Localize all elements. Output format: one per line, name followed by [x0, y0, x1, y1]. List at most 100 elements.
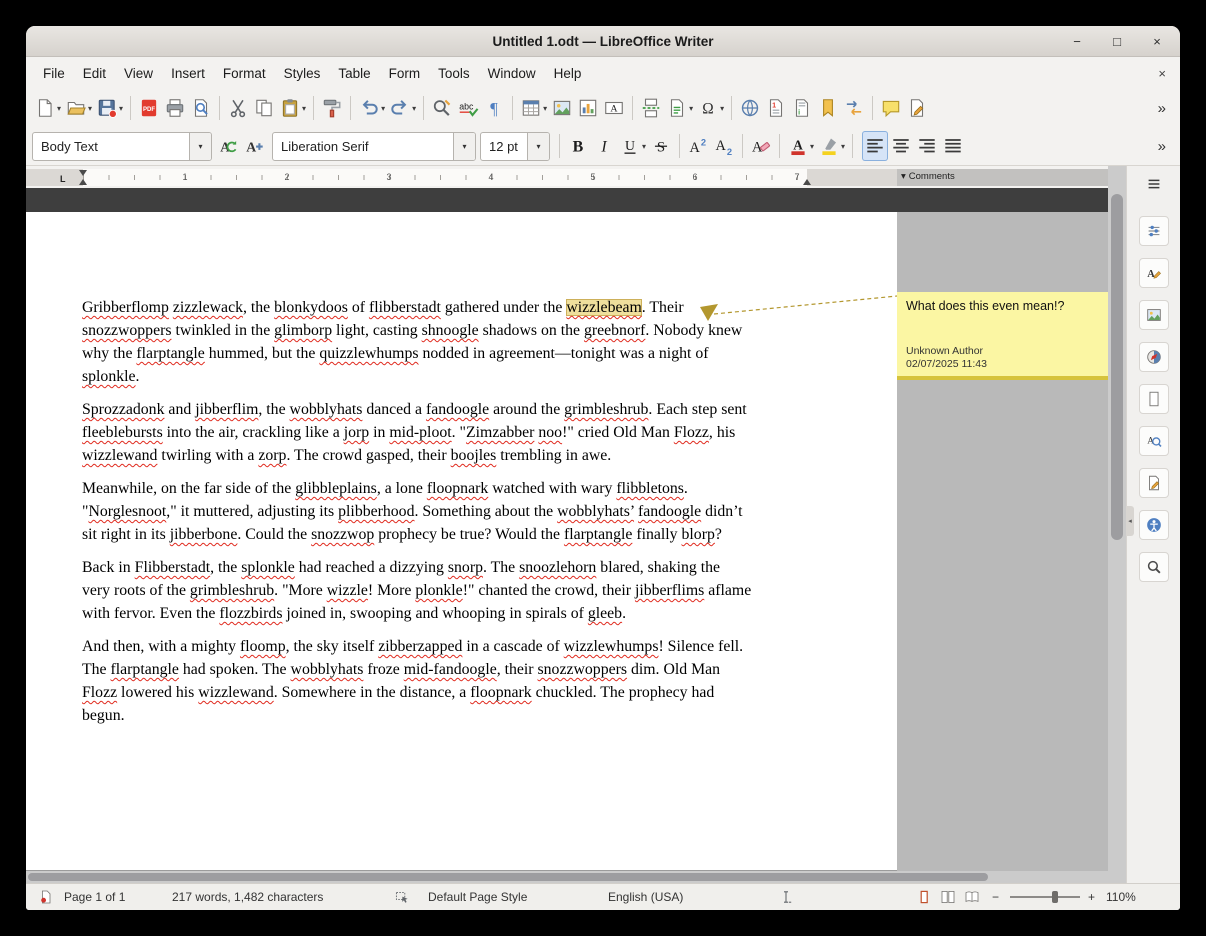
minimize-button[interactable]: −: [1070, 34, 1084, 49]
sidebar-tab-page[interactable]: [1139, 384, 1169, 414]
right-indent-marker[interactable]: [803, 179, 811, 185]
underline-button[interactable]: U▾: [617, 131, 648, 161]
horizontal-scrollbar-thumb[interactable]: [28, 873, 988, 881]
chevron-down-icon[interactable]: ▾: [841, 142, 845, 151]
chevron-down-icon[interactable]: ▾: [57, 104, 61, 113]
menu-window[interactable]: Window: [479, 61, 545, 86]
status-page-count[interactable]: Page 1 of 1: [64, 890, 125, 904]
paragraph-style-combo[interactable]: Body Text ▾: [32, 132, 212, 161]
comment-annotation[interactable]: What does this even mean!? Unknown Autho…: [897, 292, 1108, 380]
align-center-button[interactable]: [888, 131, 914, 161]
chevron-down-icon[interactable]: ▾: [720, 104, 724, 113]
comments-toggle-button[interactable]: ▾ Comments: [901, 171, 955, 182]
sidebar-tab-navigator[interactable]: [1139, 342, 1169, 372]
paragraph[interactable]: And then, with a mighty floomp, the sky …: [82, 635, 752, 727]
export-pdf-button[interactable]: PDF: [136, 93, 162, 123]
zoom-in-button[interactable]: +: [1088, 890, 1095, 904]
selection-mode-icon[interactable]: [394, 889, 410, 905]
undo-button[interactable]: ▾: [356, 93, 387, 123]
insert-endnote-button[interactable]: i: [789, 93, 815, 123]
insert-footnote-button[interactable]: 1: [763, 93, 789, 123]
page[interactable]: Gribberflomp zizzlewack, the blonkydoos …: [26, 212, 897, 870]
bold-button[interactable]: B: [565, 131, 591, 161]
insert-table-button[interactable]: ▾: [518, 93, 549, 123]
align-right-button[interactable]: [914, 131, 940, 161]
menu-tools[interactable]: Tools: [429, 61, 479, 86]
toolbar-overflow-button[interactable]: »: [1150, 138, 1174, 155]
zoom-slider-thumb[interactable]: [1052, 891, 1058, 903]
insert-page-break-button[interactable]: [638, 93, 664, 123]
insert-image-button[interactable]: [549, 93, 575, 123]
insert-textbox-button[interactable]: A: [601, 93, 627, 123]
menu-format[interactable]: Format: [214, 61, 275, 86]
font-color-button[interactable]: A▾: [785, 131, 816, 161]
sidebar-tab-properties[interactable]: [1139, 216, 1169, 246]
chevron-down-icon[interactable]: ▾: [453, 133, 475, 160]
left-indent-marker[interactable]: [79, 179, 87, 185]
chevron-down-icon[interactable]: ▾: [189, 133, 211, 160]
insert-special-character-button[interactable]: Ω▾: [695, 93, 726, 123]
insert-hyperlink-button[interactable]: [737, 93, 763, 123]
horizontal-ruler[interactable]: L 1234567: [26, 169, 897, 186]
spelling-button[interactable]: abc: [455, 93, 481, 123]
redo-button[interactable]: ▾: [387, 93, 418, 123]
status-page-style[interactable]: Default Page Style: [428, 890, 527, 904]
insert-bookmark-button[interactable]: [815, 93, 841, 123]
new-style-button[interactable]: A: [242, 131, 268, 161]
formatting-marks-button[interactable]: ¶: [481, 93, 507, 123]
menu-insert[interactable]: Insert: [162, 61, 214, 86]
maximize-button[interactable]: □: [1110, 34, 1124, 49]
paragraph[interactable]: Meanwhile, on the far side of the glibbl…: [82, 477, 752, 546]
chevron-down-icon[interactable]: ▾: [810, 142, 814, 151]
print-preview-button[interactable]: [188, 93, 214, 123]
close-button[interactable]: ×: [1150, 34, 1164, 49]
menu-form[interactable]: Form: [380, 61, 430, 86]
status-language[interactable]: English (USA): [608, 890, 683, 904]
chevron-down-icon[interactable]: ▾: [527, 133, 549, 160]
zoom-out-button[interactable]: −: [992, 890, 999, 904]
align-left-button[interactable]: [862, 131, 888, 161]
paragraph[interactable]: Sprozzadonk and jibberflim, the wobblyha…: [82, 398, 752, 467]
menu-styles[interactable]: Styles: [275, 61, 330, 86]
open-button[interactable]: ▾: [63, 93, 94, 123]
menu-table[interactable]: Table: [329, 61, 379, 86]
subscript-button[interactable]: A2: [711, 131, 737, 161]
menu-view[interactable]: View: [115, 61, 162, 86]
menu-edit[interactable]: Edit: [74, 61, 115, 86]
sidebar-tab-find[interactable]: [1139, 552, 1169, 582]
sidebar-tab-style-inspector[interactable]: A: [1139, 426, 1169, 456]
sidebar-settings-button[interactable]: [1139, 172, 1169, 200]
titlebar[interactable]: Untitled 1.odt — LibreOffice Writer − □ …: [26, 26, 1180, 57]
zoom-level-label[interactable]: 110%: [1106, 890, 1136, 904]
insert-cross-reference-button[interactable]: [841, 93, 867, 123]
insert-comment-button[interactable]: [878, 93, 904, 123]
cut-button[interactable]: [225, 93, 251, 123]
sidebar-tab-gallery[interactable]: [1139, 300, 1169, 330]
toolbar-overflow-button[interactable]: »: [1150, 100, 1174, 117]
font-size-combo[interactable]: 12 pt ▾: [480, 132, 550, 161]
sidebar-tab-styles[interactable]: A: [1139, 258, 1169, 288]
update-style-button[interactable]: A: [216, 131, 242, 161]
sidebar-tab-manage-changes[interactable]: [1139, 468, 1169, 498]
clone-formatting-button[interactable]: [319, 93, 345, 123]
menu-file[interactable]: File: [34, 61, 74, 86]
new-document-button[interactable]: ▾: [32, 93, 63, 123]
align-justify-button[interactable]: [940, 131, 966, 161]
tab-stop-selector[interactable]: L: [60, 174, 66, 184]
print-button[interactable]: [162, 93, 188, 123]
first-line-indent-marker[interactable]: [79, 170, 87, 176]
italic-button[interactable]: I: [591, 131, 617, 161]
status-word-count[interactable]: 217 words, 1,482 characters: [172, 890, 323, 904]
vertical-scrollbar-thumb[interactable]: [1111, 194, 1123, 540]
multi-page-view-button[interactable]: [940, 889, 956, 905]
document-modified-icon[interactable]: [38, 889, 54, 905]
superscript-button[interactable]: A2: [685, 131, 711, 161]
paragraph[interactable]: Back in Flibberstadt, the splonkle had r…: [82, 556, 752, 625]
highlight-color-button[interactable]: ▾: [816, 131, 847, 161]
menu-help[interactable]: Help: [545, 61, 591, 86]
font-name-combo[interactable]: Liberation Serif ▾: [272, 132, 476, 161]
track-changes-button[interactable]: [904, 93, 930, 123]
save-button[interactable]: ▾: [94, 93, 125, 123]
insert-mode-icon[interactable]: [778, 889, 794, 905]
chevron-down-icon[interactable]: ▾: [543, 104, 547, 113]
